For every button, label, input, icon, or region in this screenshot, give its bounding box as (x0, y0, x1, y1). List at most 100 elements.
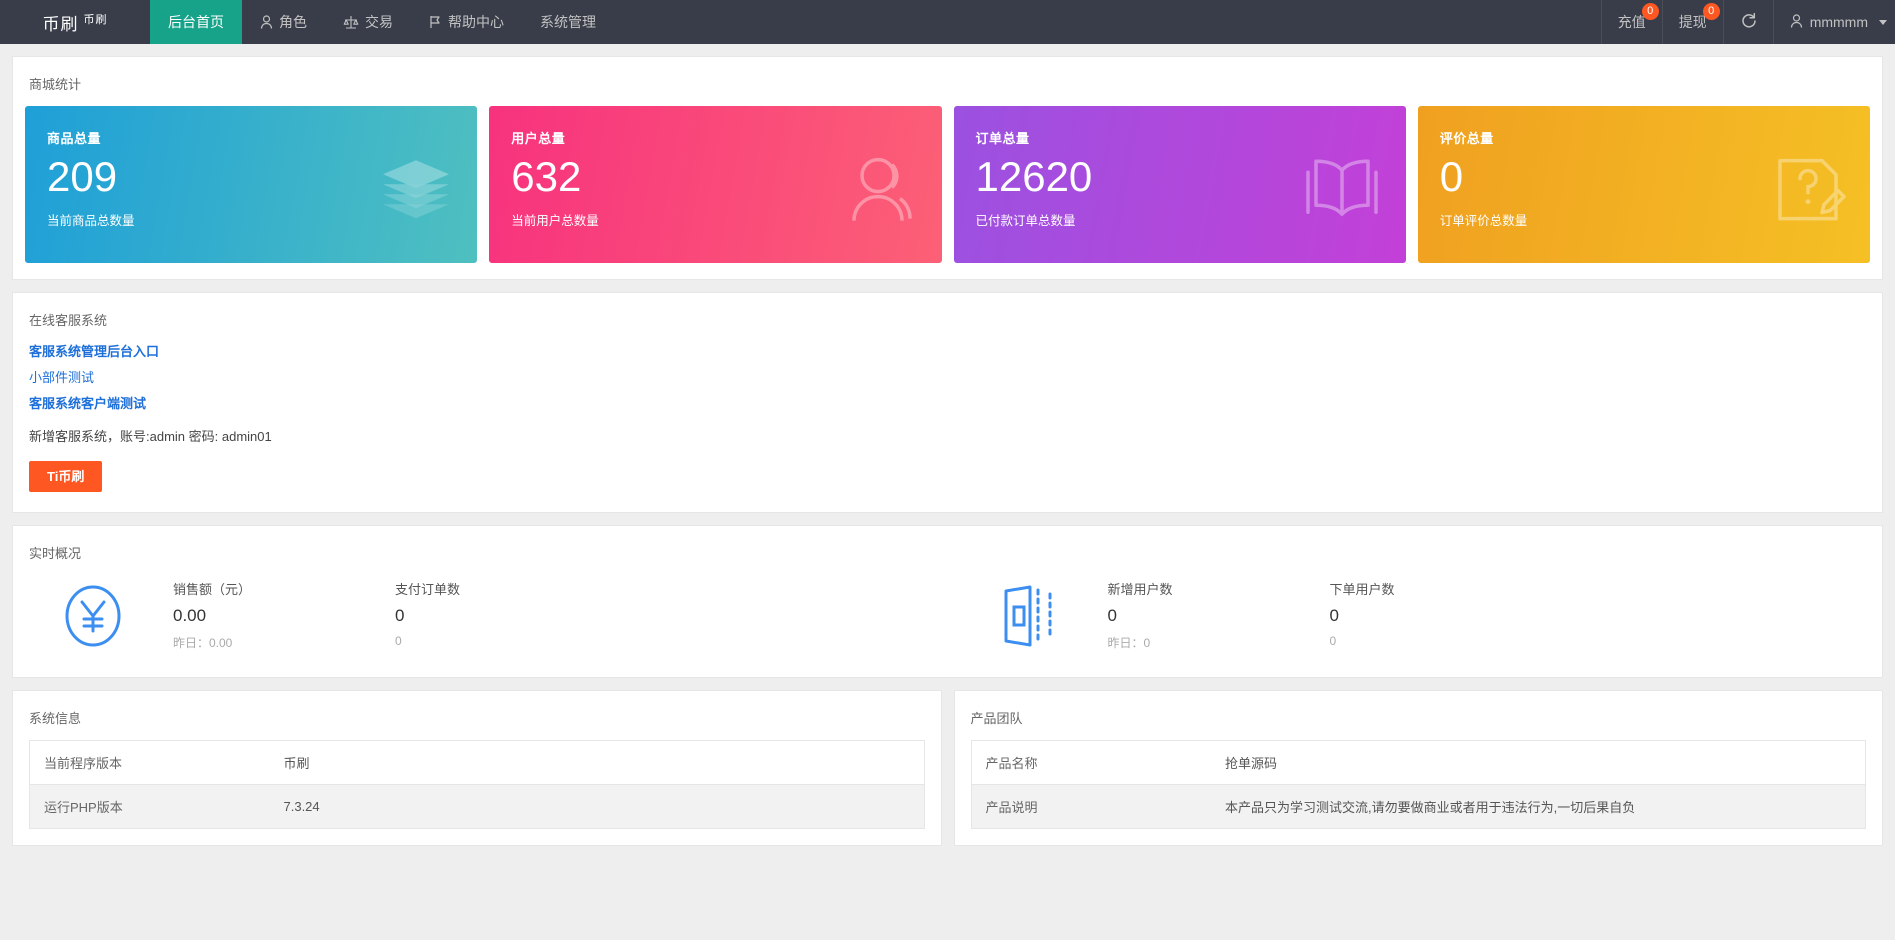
layers-icon (379, 158, 453, 225)
metric-paid-orders: 支付订单数 0 0 (395, 579, 617, 648)
product-team-table: 产品名称 抢单源码 产品说明 本产品只为学习测试交流,请勿要做商业或者用于违法行… (971, 740, 1867, 829)
table-row: 产品说明 本产品只为学习测试交流,请勿要做商业或者用于违法行为,一切后果自负 (971, 785, 1866, 829)
main-nav: 后台首页 角色 交易 帮助中心 系统管理 (150, 0, 614, 44)
user-menu[interactable]: mmmmm (1773, 0, 1895, 44)
stat-card-list: 商品总量 209 当前商品总数量 用户总量 632 (13, 106, 1882, 279)
book-icon (1302, 158, 1382, 225)
service-credentials-note: 新增客服系统，账号:admin 密码: admin01 (29, 426, 1866, 445)
person-icon (260, 15, 273, 29)
metric-value: 0 (1108, 606, 1330, 626)
metric-sales-amount: 销售额（元） 0.00 昨日：0.00 (173, 579, 395, 651)
table-row: 产品名称 抢单源码 (971, 741, 1866, 785)
user-name: mmmmm (1810, 14, 1868, 30)
stat-card-label: 商品总量 (47, 128, 477, 147)
realtime-group-sales: 销售额（元） 0.00 昨日：0.00 支付订单数 0 0 (13, 579, 948, 651)
refresh-button[interactable] (1723, 0, 1773, 44)
stat-card-label: 用户总量 (511, 128, 941, 147)
metric-label: 销售额（元） (173, 579, 395, 598)
bottom-tables-row: 系统信息 当前程序版本 币刷 运行PHP版本 7.3.24 (12, 690, 1883, 858)
top-header: 币刷 币刷 后台首页 角色 交易 帮助中心 系统管理 (0, 0, 1895, 44)
withdraw-badge: 0 (1703, 3, 1720, 20)
nav-item-system[interactable]: 系统管理 (522, 0, 614, 44)
withdraw-label: 提现 (1679, 12, 1707, 32)
recharge-button[interactable]: 充值 0 (1601, 0, 1662, 44)
nav-spacer (614, 0, 1601, 44)
product-team-title: 产品团队 (955, 691, 1883, 740)
metric-value: 0.00 (173, 606, 395, 626)
stat-card-label: 订单总量 (976, 128, 1406, 147)
refresh-icon (1740, 12, 1757, 32)
system-info-title: 系统信息 (13, 691, 941, 740)
nav-label-trade: 交易 (365, 12, 393, 32)
user-icon (846, 156, 918, 227)
realtime-group-users: 新增用户数 0 昨日：0 下单用户数 0 0 (948, 579, 1883, 651)
recharge-label: 充值 (1618, 12, 1646, 32)
system-info-col: 系统信息 当前程序版本 币刷 运行PHP版本 7.3.24 (12, 690, 942, 858)
logo-text: 币刷 (43, 10, 79, 35)
withdraw-button[interactable]: 提现 0 (1662, 0, 1723, 44)
logo-subtext: 币刷 (84, 11, 108, 27)
scales-icon (343, 15, 359, 29)
stat-card-goods[interactable]: 商品总量 209 当前商品总数量 (25, 106, 477, 263)
realtime-overview-panel: 实时概况 销售额（元） 0.00 昨日：0.00 支付订单数 0 0 (12, 525, 1883, 678)
service-link-client-test[interactable]: 客服系统客户端测试 (29, 394, 146, 414)
nav-label-help: 帮助中心 (448, 12, 504, 32)
nav-item-home[interactable]: 后台首页 (150, 0, 242, 44)
row-value: 抢单源码 (1211, 741, 1866, 785)
review-icon (1774, 156, 1846, 227)
yuan-icon (13, 579, 173, 647)
nav-item-role[interactable]: 角色 (242, 0, 325, 44)
metric-ordering-users: 下单用户数 0 0 (1330, 579, 1552, 648)
metric-value: 0 (395, 606, 617, 626)
row-value: 本产品只为学习测试交流,请勿要做商业或者用于违法行为,一切后果自负 (1211, 785, 1866, 829)
metric-subvalue: 0 (1330, 634, 1552, 648)
metric-label: 新增用户数 (1108, 579, 1330, 598)
stat-card-reviews[interactable]: 评价总量 0 订单评价总数量 (1418, 106, 1870, 263)
page-body: 商城统计 商品总量 209 当前商品总数量 (0, 44, 1895, 940)
row-value: 币刷 (270, 741, 925, 785)
system-info-panel: 系统信息 当前程序版本 币刷 运行PHP版本 7.3.24 (12, 690, 942, 846)
service-link-admin-entry[interactable]: 客服系统管理后台入口 (29, 342, 159, 362)
table-row: 运行PHP版本 7.3.24 (30, 785, 925, 829)
stat-card-orders[interactable]: 订单总量 12620 已付款订单总数量 (954, 106, 1406, 263)
product-team-panel: 产品团队 产品名称 抢单源码 产品说明 本产品只为学习测试交流,请勿要做商业或者… (954, 690, 1884, 846)
service-link-widget-test[interactable]: 小部件测试 (29, 368, 94, 388)
nav-label-home: 后台首页 (168, 12, 224, 32)
mall-stats-panel: 商城统计 商品总量 209 当前商品总数量 (12, 56, 1883, 280)
online-service-body: 客服系统管理后台入口 小部件测试 客服系统客户端测试 新增客服系统，账号:adm… (13, 342, 1882, 512)
mall-stats-title: 商城统计 (13, 57, 1882, 106)
stat-card-label: 评价总量 (1440, 128, 1870, 147)
nav-label-system: 系统管理 (540, 12, 596, 32)
nav-item-trade[interactable]: 交易 (325, 0, 411, 44)
metric-label: 支付订单数 (395, 579, 617, 598)
row-key: 产品名称 (971, 741, 1211, 785)
metric-label: 下单用户数 (1330, 579, 1552, 598)
recharge-badge: 0 (1642, 3, 1659, 20)
chevron-down-icon (1879, 20, 1887, 25)
person-icon (1790, 14, 1803, 31)
metric-value: 0 (1330, 606, 1552, 626)
nav-label-role: 角色 (279, 12, 307, 32)
system-info-table: 当前程序版本 币刷 运行PHP版本 7.3.24 (29, 740, 925, 829)
app-logo[interactable]: 币刷 币刷 (0, 0, 150, 44)
realtime-metrics: 销售额（元） 0.00 昨日：0.00 支付订单数 0 0 (13, 575, 1882, 677)
metric-subvalue: 昨日：0 (1108, 634, 1330, 651)
metric-subvalue: 昨日：0.00 (173, 634, 395, 651)
nav-item-help[interactable]: 帮助中心 (411, 0, 522, 44)
row-key: 当前程序版本 (30, 741, 270, 785)
product-team-col: 产品团队 产品名称 抢单源码 产品说明 本产品只为学习测试交流,请勿要做商业或者… (954, 690, 1884, 858)
stat-card-users[interactable]: 用户总量 632 当前用户总数量 (489, 106, 941, 263)
row-value: 7.3.24 (270, 785, 925, 829)
realtime-overview-title: 实时概况 (13, 526, 1882, 575)
row-key: 运行PHP版本 (30, 785, 270, 829)
header-right-nav: 充值 0 提现 0 mmmmm (1601, 0, 1895, 44)
ti-bishua-button[interactable]: Ti币刷 (29, 461, 102, 492)
metric-new-users: 新增用户数 0 昨日：0 (1108, 579, 1330, 651)
table-row: 当前程序版本 币刷 (30, 741, 925, 785)
online-service-panel: 在线客服系统 客服系统管理后台入口 小部件测试 客服系统客户端测试 新增客服系统… (12, 292, 1883, 513)
door-icon (948, 579, 1108, 647)
online-service-title: 在线客服系统 (13, 293, 1882, 342)
metric-subvalue: 0 (395, 634, 617, 648)
row-key: 产品说明 (971, 785, 1211, 829)
flag-icon (429, 15, 442, 29)
